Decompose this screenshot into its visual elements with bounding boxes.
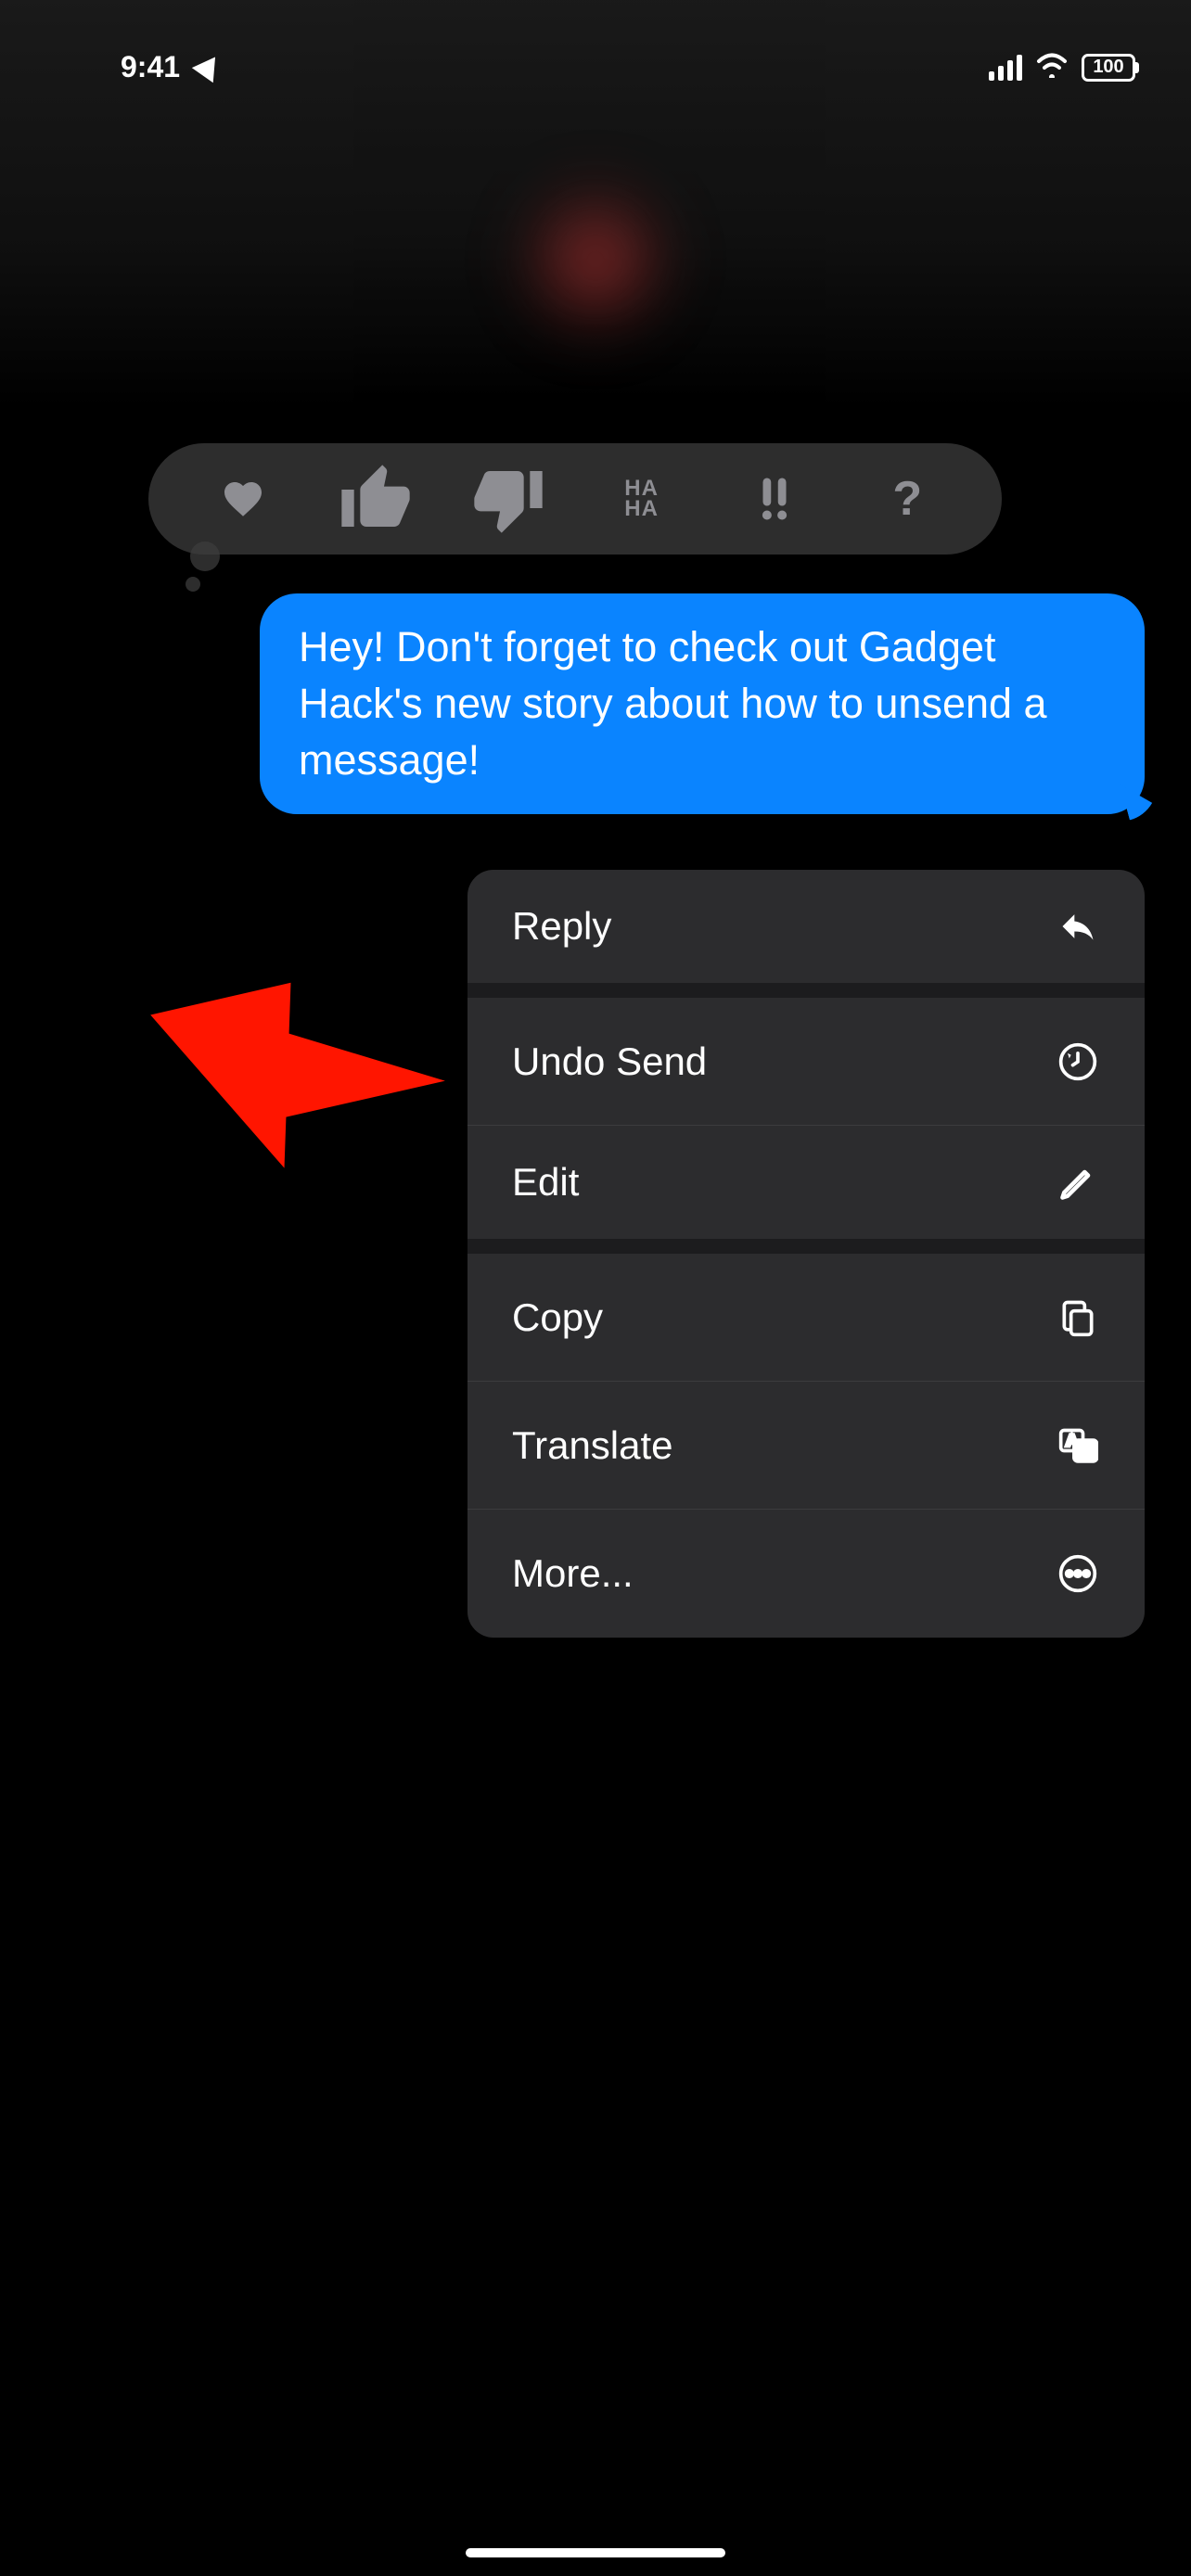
battery-indicator: 100	[1082, 54, 1135, 82]
tapback-question[interactable]: ?	[870, 462, 944, 536]
wifi-icon	[1035, 52, 1069, 83]
menu-item-label: Edit	[512, 1160, 579, 1205]
menu-item-label: Copy	[512, 1295, 603, 1340]
edit-icon	[1056, 1160, 1100, 1205]
message-text: Hey! Don't forget to check out Gadget Ha…	[299, 623, 1047, 784]
undo-icon	[1056, 1039, 1100, 1084]
tapback-thumbs-down[interactable]	[471, 462, 545, 536]
menu-item-edit[interactable]: Edit	[467, 1126, 1145, 1254]
home-indicator[interactable]	[466, 2548, 725, 2557]
copy-icon	[1056, 1295, 1100, 1340]
status-right: 100	[989, 52, 1135, 83]
menu-item-label: Undo Send	[512, 1039, 707, 1084]
status-left: 9:41	[121, 50, 221, 84]
menu-item-more[interactable]: More...	[467, 1510, 1145, 1638]
menu-item-label: More...	[512, 1551, 634, 1596]
message-context-menu: Reply Undo Send Edit Copy Translate A 文	[467, 870, 1145, 1638]
status-time: 9:41	[121, 50, 180, 84]
tapback-reactions-bar: HA HA ?	[148, 443, 1002, 555]
battery-percentage: 100	[1093, 57, 1123, 78]
cellular-signal-icon	[989, 55, 1022, 81]
more-icon	[1056, 1551, 1100, 1596]
svg-text:文: 文	[1078, 1441, 1094, 1460]
tapback-heart[interactable]	[206, 462, 280, 536]
tapback-thumbs-up[interactable]	[339, 462, 413, 536]
location-icon	[192, 49, 226, 83]
menu-item-label: Translate	[512, 1423, 673, 1468]
status-bar: 9:41 100	[0, 0, 1191, 111]
reply-icon	[1056, 904, 1100, 949]
menu-item-copy[interactable]: Copy	[467, 1254, 1145, 1382]
menu-item-reply[interactable]: Reply	[467, 870, 1145, 998]
annotation-arrow	[148, 964, 473, 1192]
sent-message-bubble[interactable]: Hey! Don't forget to check out Gadget Ha…	[260, 593, 1145, 814]
translate-icon: A 文	[1056, 1423, 1100, 1468]
menu-item-undo-send[interactable]: Undo Send	[467, 998, 1145, 1126]
tapback-exclaim[interactable]	[737, 462, 812, 536]
contact-avatar-blurred	[512, 176, 679, 343]
menu-item-label: Reply	[512, 904, 611, 949]
menu-item-translate[interactable]: Translate A 文	[467, 1382, 1145, 1510]
tapback-haha[interactable]: HA HA	[605, 462, 679, 536]
